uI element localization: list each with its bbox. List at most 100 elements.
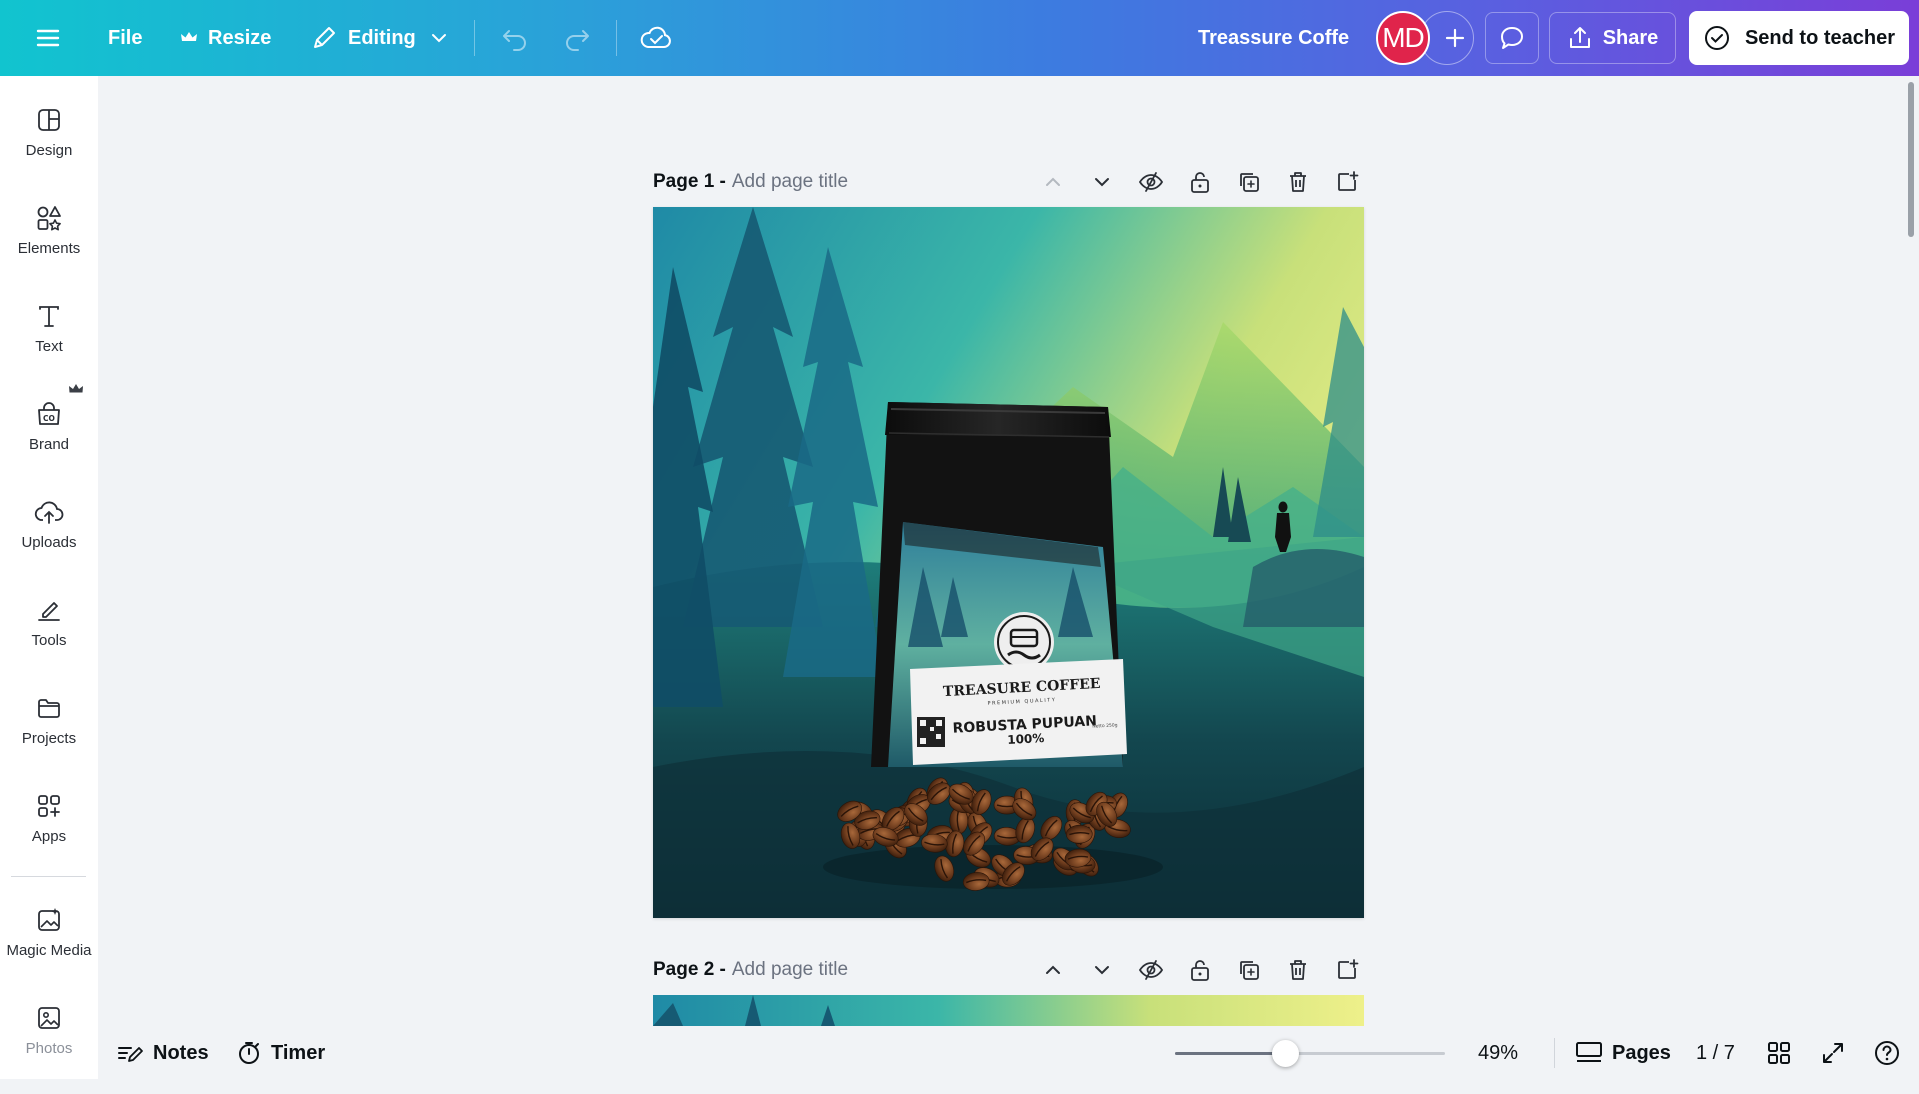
- comments-button[interactable]: [1485, 12, 1539, 64]
- duplicate-page-button[interactable]: [1234, 167, 1264, 197]
- trash-icon: [1290, 172, 1306, 192]
- text-icon: [39, 306, 59, 327]
- sidebar-item-projects[interactable]: Projects: [0, 694, 98, 784]
- send-to-teacher-label: Send to teacher: [1744, 26, 1896, 49]
- vertical-scrollbar[interactable]: [1908, 82, 1914, 237]
- brand-icon: CO: [38, 402, 60, 425]
- notes-icon: [118, 1047, 143, 1062]
- add-page-icon: [1338, 171, 1359, 191]
- delete-page-button[interactable]: [1283, 955, 1313, 985]
- zoom-slider-thumb[interactable]: [1272, 1040, 1299, 1067]
- svg-text:CO: CO: [43, 414, 55, 423]
- pages-icon: [1576, 1042, 1602, 1062]
- duplicate-page-button[interactable]: [1234, 955, 1264, 985]
- sidebar-item-label: Apps: [31, 828, 67, 845]
- resize-button[interactable]: Resize: [180, 0, 271, 76]
- chevron-down-icon: [1095, 966, 1109, 975]
- add-page-button[interactable]: [1332, 955, 1362, 985]
- sidebar-item-tools[interactable]: Tools: [0, 596, 98, 686]
- sidebar-item-apps[interactable]: Apps: [0, 792, 98, 882]
- sidebar-item-label: Tools: [31, 632, 67, 649]
- document-title-text: Treassure Coffe: [1198, 26, 1350, 49]
- undo-icon: [503, 30, 526, 51]
- design-artwork: [653, 995, 1364, 1026]
- sidebar-item-uploads[interactable]: Uploads: [0, 498, 98, 588]
- toolbar-divider: [474, 20, 475, 56]
- pages-button[interactable]: Pages: [1575, 1027, 1671, 1079]
- elements-icon: [37, 206, 61, 231]
- pages-label: Pages: [1612, 1041, 1671, 1064]
- sidebar-item-brand[interactable]: CO Brand: [0, 400, 98, 490]
- delete-page-button[interactable]: [1283, 167, 1313, 197]
- page-1-header: Page 1 - Add page title: [653, 167, 848, 197]
- page-2-canvas[interactable]: [653, 995, 1364, 1026]
- cloud-save-button[interactable]: [640, 0, 672, 76]
- page-2-header: Page 2 - Add page title: [653, 955, 848, 985]
- eye-slash-icon: [1138, 960, 1164, 980]
- redo-button[interactable]: [562, 0, 592, 76]
- file-menu-button[interactable]: File: [108, 0, 142, 76]
- page-1-canvas[interactable]: TREASURE COFFEE PREMIUM QUALITY ROBUSTA …: [653, 207, 1364, 918]
- tools-icon: [38, 602, 60, 621]
- help-icon: [1875, 1041, 1899, 1065]
- add-page-button[interactable]: [1332, 167, 1362, 197]
- sidebar-item-photos[interactable]: Photos: [0, 1004, 98, 1094]
- lock-icon: [1191, 960, 1209, 981]
- redo-icon: [566, 30, 589, 51]
- sidebar-item-elements[interactable]: Elements: [0, 204, 98, 294]
- timer-button[interactable]: Timer: [236, 1027, 325, 1079]
- sidebar-item-design[interactable]: Design: [0, 106, 98, 196]
- resize-label: Resize: [208, 26, 272, 49]
- sidebar-item-label: Elements: [17, 240, 81, 257]
- zoom-percentage[interactable]: 49%: [1478, 1027, 1518, 1079]
- grid-view-button[interactable]: [1767, 1027, 1791, 1079]
- move-page-down-button[interactable]: [1087, 955, 1117, 985]
- duplicate-icon: [1240, 173, 1259, 192]
- page-title-input[interactable]: Add page title: [732, 171, 848, 193]
- document-title[interactable]: Treassure Coffe: [1198, 0, 1349, 76]
- folder-icon: [38, 699, 60, 718]
- page-title-input[interactable]: Add page title: [732, 959, 848, 981]
- avatar-initials: MD: [1382, 22, 1425, 53]
- sidebar-item-label: Brand: [28, 436, 70, 453]
- uploads-icon: [34, 501, 64, 524]
- grid-icon: [1768, 1042, 1790, 1064]
- help-button[interactable]: [1873, 1027, 1901, 1079]
- coffee-beans-illustration: [837, 777, 1131, 891]
- editing-mode-dropdown[interactable]: Editing: [310, 0, 448, 76]
- send-to-teacher-button[interactable]: Send to teacher: [1689, 11, 1909, 65]
- chevron-up-icon: [1046, 177, 1060, 186]
- photos-icon: [38, 1007, 60, 1029]
- timer-label: Timer: [271, 1041, 326, 1064]
- undo-button[interactable]: [500, 0, 530, 76]
- notes-button[interactable]: Notes: [116, 1027, 209, 1079]
- cloud-check-icon: [640, 26, 671, 48]
- sidebar-item-magic-media[interactable]: Magic Media: [0, 906, 98, 996]
- page-number-label: Page 2 -: [653, 959, 726, 980]
- move-page-up-button[interactable]: [1038, 955, 1068, 985]
- fullscreen-button[interactable]: [1821, 1027, 1845, 1079]
- hide-page-button[interactable]: [1136, 167, 1166, 197]
- page-number-label: Page 1 -: [653, 171, 726, 192]
- pencil-icon: [314, 27, 335, 48]
- zoom-slider-fill: [1175, 1052, 1285, 1055]
- chevron-down-icon: [1095, 178, 1109, 187]
- share-button[interactable]: Share: [1549, 12, 1676, 64]
- chevron-up-icon: [1046, 965, 1060, 974]
- sidebar-item-label: Design: [25, 142, 73, 159]
- bottom-divider: [1554, 1038, 1555, 1068]
- move-page-up-button[interactable]: [1038, 167, 1068, 197]
- add-page-icon: [1338, 959, 1359, 979]
- lock-page-button[interactable]: [1185, 167, 1215, 197]
- user-avatar[interactable]: MD: [1376, 11, 1430, 65]
- sidebar-item-label: Magic Media: [6, 942, 92, 959]
- left-sidebar: Design Elements Text CO Brand Uploads To…: [0, 76, 98, 1079]
- lock-page-button[interactable]: [1185, 955, 1215, 985]
- move-page-down-button[interactable]: [1087, 167, 1117, 197]
- hide-page-button[interactable]: [1136, 955, 1166, 985]
- sidebar-item-text[interactable]: Text: [0, 302, 98, 392]
- check-circle-icon: [1704, 26, 1729, 50]
- main-menu-button[interactable]: [34, 0, 62, 76]
- notes-label: Notes: [153, 1041, 209, 1064]
- premium-crown-icon: [69, 384, 83, 394]
